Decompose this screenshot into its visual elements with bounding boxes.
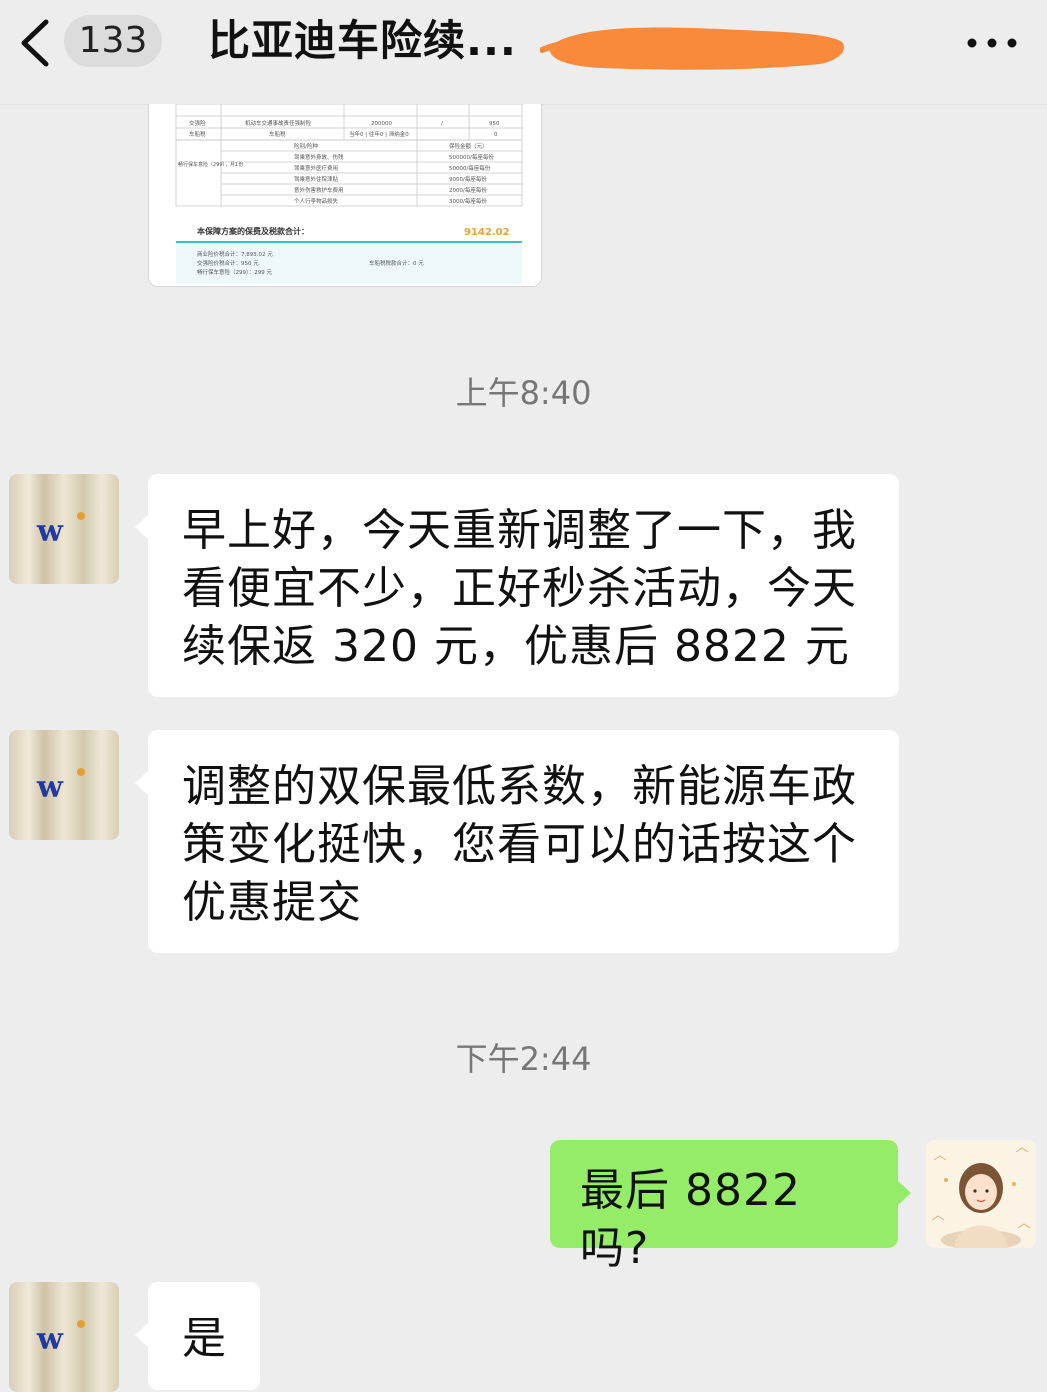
contact-avatar[interactable]: w xyxy=(9,730,119,840)
message-line: 是 xyxy=(182,1313,227,1364)
quote-image-message[interactable]: 交强险 机动车交通事故责任强制险 200000 / 950 车船税 车船税 当年… xyxy=(148,104,542,287)
row-1-sep: / xyxy=(441,121,443,127)
subrow-1-name: 险别/险种 xyxy=(294,142,318,150)
my-avatar[interactable] xyxy=(926,1140,1036,1248)
more-dots-icon xyxy=(967,38,1017,48)
chevron-left-icon xyxy=(21,19,49,67)
subrow-4-name: 驾乘意外住院津贴 xyxy=(294,175,339,183)
unread-count-badge[interactable]: 133 xyxy=(64,15,162,67)
row-1-desc: 机动车交通事故责任强制险 xyxy=(245,119,312,127)
timestamp: 下午2:44 xyxy=(455,1040,592,1078)
message-bubble[interactable]: 调整的双保最低系数，新能源车政 策变化挺快，您看可以的话按这个 优惠提交 xyxy=(135,730,899,953)
footer-accident: 畅行保车意险（299）：299 元 xyxy=(197,268,272,276)
footer-compulsory: 交强险价税合计：950 元 xyxy=(197,259,259,267)
avatar-logo: w xyxy=(37,1322,63,1357)
message-line: 调整的双保最低系数，新能源车政 xyxy=(182,761,857,812)
message-line: 看便宜不少，正好秒杀活动，今天 xyxy=(182,563,857,614)
subrow-2-amount: 500000/每座每份 xyxy=(449,153,494,161)
message-line: 策变化挺快，您看可以的话按这个 xyxy=(182,819,857,870)
message-bubble[interactable]: 是 xyxy=(135,1282,260,1390)
chat-title: 比亚迪车险续... xyxy=(208,16,517,65)
footer-commercial: 商业险价税合计：7,893.02 元 xyxy=(197,250,273,258)
subrow-3-name: 驾乘意外医疗费用 xyxy=(294,164,338,172)
subrow-6-amount: 3000/每座每份 xyxy=(449,197,487,205)
total-label: 本保障方案的保费及税款合计： xyxy=(196,226,309,236)
row-2-name: 车船税 xyxy=(189,130,206,138)
row-2-desc: 车船税 xyxy=(269,130,286,138)
footer-tax: 车船税税款合计：0 元 xyxy=(369,259,424,267)
chat-header: 133 比亚迪车险续... xyxy=(0,0,1047,105)
message-line: 续保返 320 元，优惠后 8822 元 xyxy=(182,621,850,672)
back-button[interactable] xyxy=(16,18,56,68)
subrow-6-name: 个人行李物品损失 xyxy=(294,197,339,205)
timestamp: 上午8:40 xyxy=(455,374,592,412)
row-1-fee: 950 xyxy=(489,121,500,127)
message-line: 早上好，今天重新调整了一下，我 xyxy=(182,505,857,556)
subrow-3-amount: 50000/每座每份 xyxy=(449,164,491,172)
message-bubble[interactable]: 早上好，今天重新调整了一下，我 看便宜不少，正好秒杀活动，今天 续保返 320 … xyxy=(135,474,899,697)
total-value: 9142.02 xyxy=(464,227,510,238)
contact-avatar[interactable]: w xyxy=(9,1282,119,1392)
avatar-logo: w xyxy=(37,514,63,549)
row-1-amount: 200000 xyxy=(371,121,392,127)
contact-avatar[interactable]: w xyxy=(9,474,119,584)
more-menu-button[interactable] xyxy=(962,26,1022,60)
my-message-bubble[interactable]: 最后 8822 吗? xyxy=(550,1140,911,1274)
message-line: 优惠提交 xyxy=(182,877,362,928)
subrow-2-name: 驾乘意外身故、伤残 xyxy=(294,153,344,161)
avatar-logo: w xyxy=(37,770,63,805)
row-2-fee: 0 xyxy=(494,132,498,138)
subrow-1-amount: 保险金额（元） xyxy=(449,142,488,150)
subrow-4-amount: 9000/每座每份 xyxy=(449,175,487,183)
subrow-5-name: 意外伤害救护车费用 xyxy=(294,186,344,194)
row-1-name: 交强险 xyxy=(189,119,206,127)
row-2-amount: 当年0 | 往年0 | 滞纳金0 xyxy=(349,130,409,138)
message-line: 最后 8822 吗? xyxy=(580,1165,801,1274)
subrow-5-amount: 2000/每座每份 xyxy=(449,186,487,194)
redaction-mark xyxy=(539,16,850,74)
subtable-label: 畅行保车意险（299），月1份 xyxy=(178,161,243,168)
